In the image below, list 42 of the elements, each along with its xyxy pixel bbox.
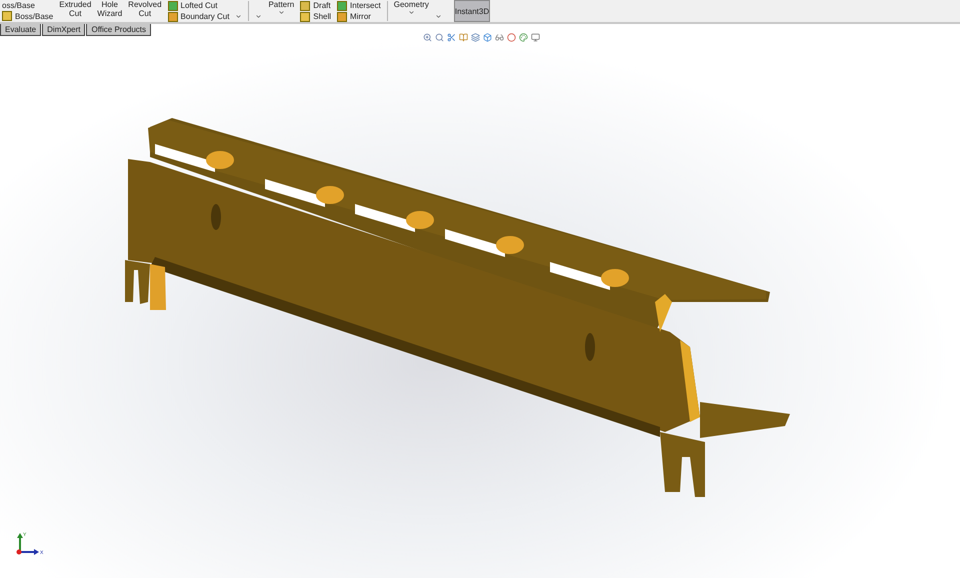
caret-icon[interactable] (255, 13, 262, 20)
tab[interactable]: Evaluate (0, 24, 42, 36)
ribbon-command[interactable]: Boss/Base (15, 12, 54, 20)
toggle-button[interactable]: Instant3D (454, 0, 490, 22)
ribbon-command[interactable]: Geometry (394, 0, 429, 9)
caret-icon[interactable] (408, 9, 415, 16)
ribbon-command[interactable]: Lofted Cut (180, 1, 218, 10)
cube-icon[interactable] (483, 33, 492, 42)
caret-icon[interactable] (235, 13, 242, 20)
caret-icon[interactable] (434, 13, 442, 20)
ribbon-command[interactable]: Cut (138, 9, 152, 18)
scissors-icon[interactable] (447, 33, 456, 42)
feature-icon (300, 12, 310, 22)
magnifier-icon[interactable] (435, 33, 444, 42)
layers-icon[interactable] (471, 33, 480, 42)
ribbon-command[interactable]: Mirror (350, 12, 371, 21)
ribbon-command[interactable]: Revolved (128, 0, 162, 9)
ribbon-command[interactable]: Pattern (268, 0, 294, 9)
ribbon-command[interactable]: Wizard (97, 9, 122, 18)
ribbon-command[interactable]: Cut (69, 9, 82, 18)
ribbon-command[interactable]: oss/Base (2, 1, 35, 10)
zoom-icon[interactable] (423, 33, 432, 42)
feature-icon (300, 0, 310, 10)
book-icon[interactable] (459, 33, 468, 42)
palette-icon[interactable] (519, 33, 528, 42)
ribbon-command[interactable]: Boundary Cut (180, 12, 230, 21)
feature-icon (2, 11, 12, 21)
tab[interactable]: Office Products (86, 24, 152, 36)
ribbon-command[interactable]: Intersect (350, 1, 381, 10)
ribbon-command[interactable]: Extruded (59, 0, 92, 9)
axis-triad-icon (16, 533, 39, 555)
glasses-icon[interactable] (495, 33, 504, 42)
feature-icon (168, 12, 178, 22)
ribbon-command[interactable]: Hole (102, 0, 118, 9)
ribbon-command[interactable]: Draft (313, 1, 331, 10)
feature-icon (168, 0, 178, 10)
feature-icon (337, 12, 348, 22)
feature-icon (337, 0, 348, 10)
ribbon-command[interactable]: Shell (313, 12, 332, 21)
monitor-icon[interactable] (531, 33, 540, 42)
tab[interactable]: DimXpert (42, 24, 86, 36)
caret-icon[interactable] (278, 9, 285, 16)
